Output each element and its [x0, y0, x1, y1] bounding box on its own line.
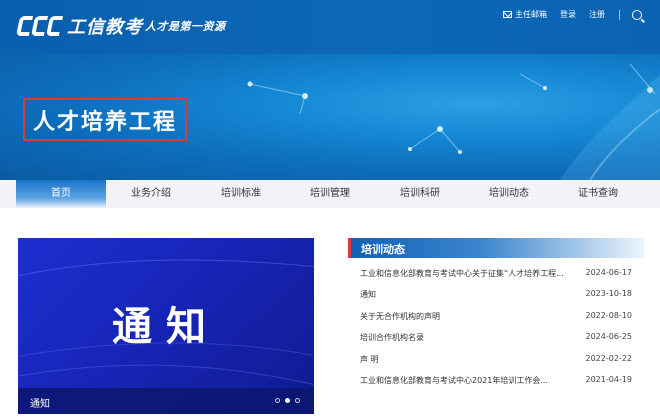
nav-item-business[interactable]: 业务介绍 — [106, 180, 196, 208]
carousel-caption[interactable]: 通知 — [30, 395, 50, 410]
news-item-date: 2024-06-17 — [585, 268, 633, 277]
news-item-date: 2023-10-18 — [585, 289, 633, 299]
news-item[interactable]: 声 明 2022-02-22 — [360, 354, 642, 375]
news-item-title[interactable]: 关于无合作机构的声明 — [360, 311, 582, 322]
carousel-dot-3[interactable] — [295, 398, 300, 403]
logo-text: 工信教考 — [67, 17, 143, 38]
slogan: 人才是第一资源 — [145, 20, 226, 33]
hero-banner: 人才培养工程 — [0, 54, 660, 180]
news-item-title[interactable]: 声 明 — [360, 354, 582, 365]
search-icon[interactable] — [632, 9, 642, 20]
main-nav: 首页 业务介绍 培训标准 培训管理 培训科研 培训动态 证书查询 — [0, 180, 660, 208]
training-news-panel: 培训动态 工业和信息化部教育与考试中心关于征集“人才培养工程... 2024-0… — [348, 238, 644, 414]
news-item[interactable]: 通知 2023-10-18 — [360, 289, 642, 310]
nav-item-news[interactable]: 培训动态 — [464, 180, 554, 208]
nav-item-research[interactable]: 培训科研 — [375, 180, 465, 208]
news-panel-header: 培训动态 — [348, 238, 644, 258]
top-links: 主任邮箱 登录 注册 — [503, 9, 642, 20]
site-logo[interactable]: 工信教考 — [15, 13, 143, 39]
carousel-footer: 通知 — [18, 388, 314, 414]
login-link[interactable]: 登录 — [560, 9, 576, 20]
banner-title: 人才培养工程 — [23, 98, 188, 141]
news-panel-title[interactable]: 培训动态 — [361, 241, 405, 257]
news-item[interactable]: 工业和信息化部教育与考试中心关于征集“人才培养工程... 2024-06-17 — [360, 268, 642, 289]
top-header: 工信教考 人才是第一资源 主任邮箱 登录 注册 — [0, 0, 660, 54]
carousel-dot-1[interactable] — [275, 398, 280, 403]
divider — [619, 9, 620, 20]
nav-item-home[interactable]: 首页 — [16, 180, 106, 208]
ceec-logo-mark — [15, 16, 64, 36]
news-item[interactable]: 关于无合作机构的声明 2022-08-10 — [360, 311, 642, 332]
register-link[interactable]: 注册 — [589, 9, 605, 20]
news-item-title[interactable]: 工业和信息化部教育与考试中心2021年培训工作会... — [360, 375, 582, 386]
news-item-title[interactable]: 工业和信息化部教育与考试中心关于征集“人才培养工程... — [360, 268, 582, 279]
notice-headline: 通知 — [112, 304, 220, 350]
news-item-date: 2022-08-10 — [585, 310, 633, 320]
notice-carousel[interactable]: 通知 通知 — [18, 238, 314, 414]
carousel-dots — [275, 398, 300, 403]
mail-link-label: 主任邮箱 — [515, 10, 547, 19]
news-list: 工业和信息化部教育与考试中心关于征集“人才培养工程... 2024-06-17 … — [360, 268, 642, 396]
nav-item-certificate[interactable]: 证书查询 — [553, 180, 643, 208]
mail-icon — [503, 11, 512, 18]
news-item[interactable]: 培训合作机构名录 2024-06-25 — [360, 332, 642, 353]
nav-item-standards[interactable]: 培训标准 — [196, 180, 286, 208]
news-item-title[interactable]: 培训合作机构名录 — [360, 332, 582, 343]
news-item[interactable]: 工业和信息化部教育与考试中心2021年培训工作会... 2021-04-19 — [360, 375, 642, 396]
director-mail-link[interactable]: 主任邮箱 — [503, 9, 547, 20]
news-item-date: 2022-02-22 — [585, 353, 633, 363]
news-item-date: 2021-04-19 — [585, 374, 633, 384]
news-item-title[interactable]: 通知 — [360, 289, 582, 300]
carousel-dot-2[interactable] — [285, 398, 290, 403]
news-item-date: 2024-06-25 — [585, 332, 633, 342]
nav-item-management[interactable]: 培训管理 — [285, 180, 375, 208]
